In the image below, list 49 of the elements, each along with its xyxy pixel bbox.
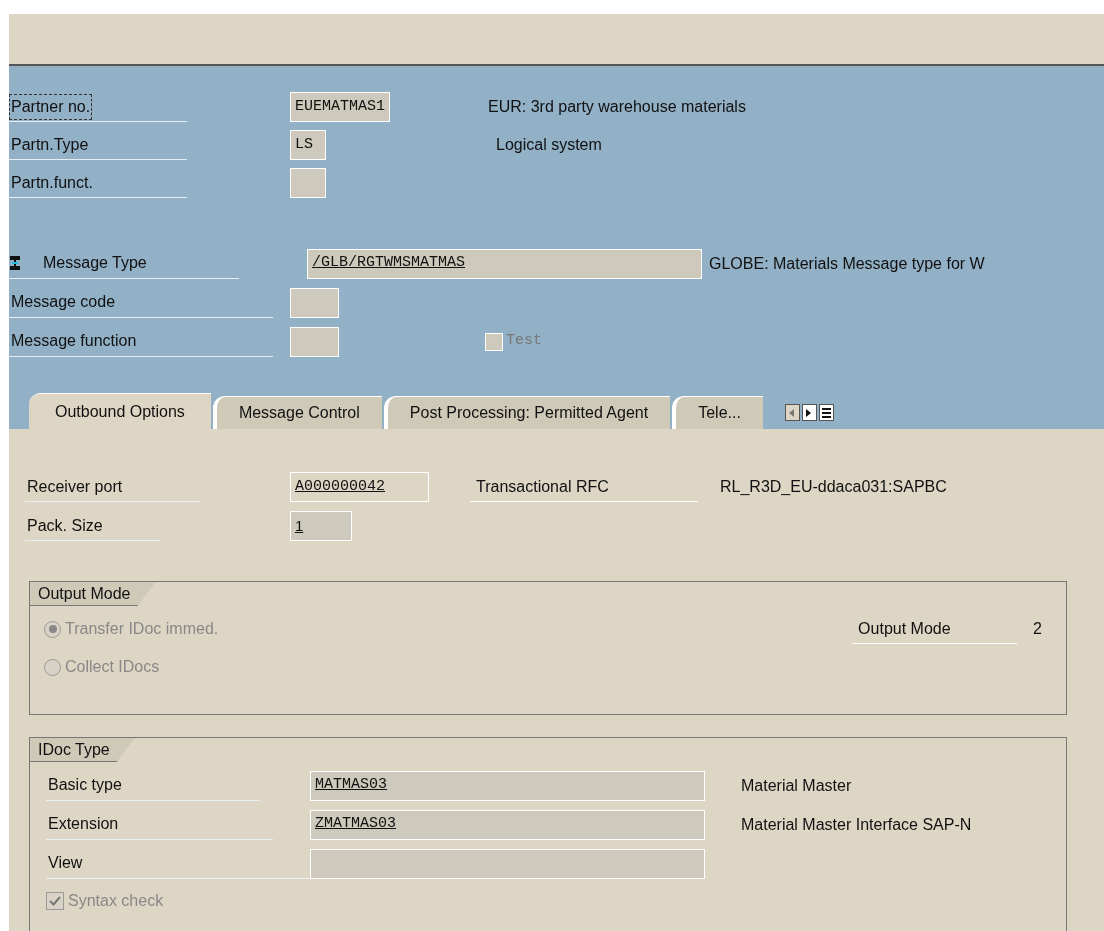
- destination-text: RL_R3D_EU-ddaca031:SAPBC: [720, 477, 947, 497]
- field-label: Pack. Size: [26, 515, 104, 536]
- check-icon: [49, 896, 61, 906]
- description-text: EUR: 3rd party warehouse materials: [488, 97, 746, 117]
- tab[interactable]: Post Processing: Permitted Agent: [383, 396, 671, 429]
- checkbox[interactable]: [46, 892, 64, 910]
- checkbox-label: Test: [506, 331, 542, 352]
- tab[interactable]: Tele...: [672, 396, 763, 429]
- tab[interactable]: Message Control: [212, 396, 382, 429]
- list-icon[interactable]: [818, 404, 834, 421]
- scroll-right-icon[interactable]: [801, 404, 817, 421]
- field-label: Partner no.: [9, 93, 93, 120]
- field-label: Message Type: [43, 253, 147, 273]
- input-field[interactable]: [290, 168, 326, 198]
- description-text: Logical system: [496, 135, 602, 155]
- group-title: IDoc Type: [30, 738, 135, 762]
- input-field[interactable]: 1: [290, 511, 352, 541]
- field-label: Message function: [10, 331, 138, 351]
- radio-button[interactable]: [44, 658, 61, 676]
- field-label: Message code: [10, 292, 117, 312]
- tab[interactable]: Outbound Options: [29, 393, 211, 429]
- field-label: Partn.Type: [10, 134, 90, 155]
- radio-button[interactable]: [44, 620, 61, 638]
- field-label: Output Mode: [858, 618, 951, 639]
- input-field[interactable]: LS: [290, 130, 326, 160]
- radio-label: Collect IDocs: [65, 657, 160, 677]
- field-label: Partn.funct.: [10, 172, 94, 193]
- checkbox-label: Syntax check: [68, 891, 164, 911]
- input-field[interactable]: [290, 287, 339, 318]
- input-field[interactable]: EUEMATMAS1: [290, 92, 390, 122]
- field-label: Extension: [47, 814, 120, 834]
- field-label: Receiver port: [26, 476, 124, 497]
- scroll-left-icon[interactable]: [784, 404, 800, 421]
- radio-label: Transfer IDoc immed.: [65, 619, 219, 639]
- field-label: Basic type: [47, 775, 123, 795]
- group-title: Output Mode: [30, 582, 156, 606]
- description-text: Material Master Interface SAP-N: [741, 814, 972, 835]
- input-field[interactable]: ZMATMAS03: [310, 809, 705, 840]
- description-text: Material Master: [741, 775, 852, 796]
- input-field[interactable]: [310, 848, 705, 879]
- port-type-text: Transactional RFC: [476, 476, 609, 497]
- output-mode-value: 2: [1033, 619, 1042, 639]
- input-field[interactable]: A000000042: [290, 472, 429, 502]
- hierarchy-icon: [9, 255, 21, 271]
- input-field[interactable]: MATMAS03: [310, 770, 705, 801]
- description-text: GLOBE: Materials Message type for W: [709, 253, 985, 274]
- input-field[interactable]: /GLB/RGTWMSMATMAS: [307, 248, 702, 279]
- input-field[interactable]: [290, 326, 339, 357]
- field-label: View: [47, 853, 84, 873]
